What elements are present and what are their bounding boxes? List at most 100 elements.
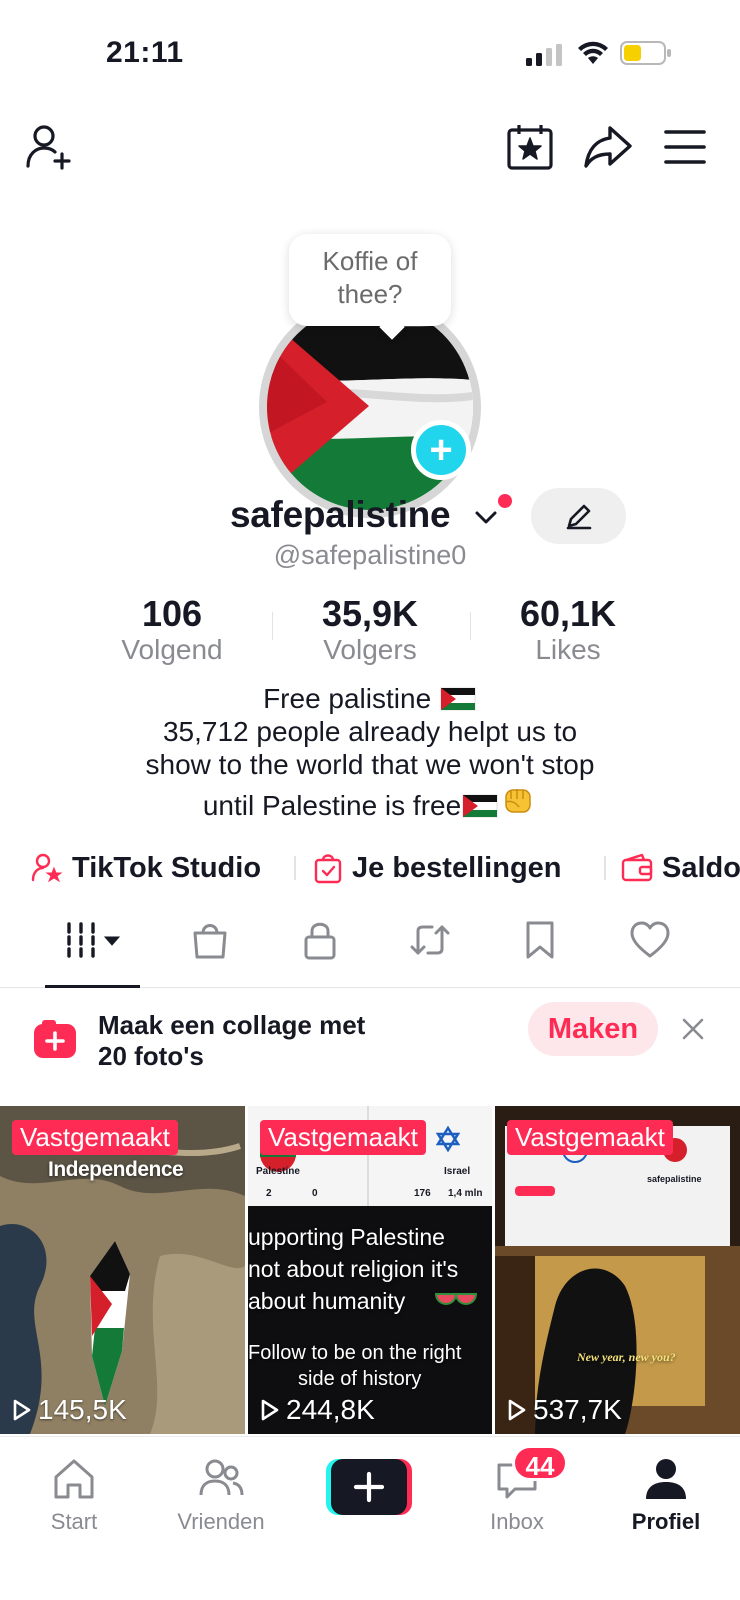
username-row: safepalistine: [0, 488, 740, 546]
card-right-title: safepalistine: [647, 1174, 702, 1184]
order-bag-icon: [314, 854, 342, 884]
tiktok-studio-label: TikTok Studio: [72, 851, 262, 884]
top-bar: [0, 118, 740, 178]
stat-divider: [272, 612, 273, 640]
bio-line-1: Free palistine: [0, 682, 740, 715]
nav-friends[interactable]: Vrienden: [166, 1455, 276, 1535]
collage-plus-icon: [34, 1020, 76, 1058]
stat-likes-label: Likes: [535, 634, 601, 665]
raised-fist-emoji-icon: [505, 789, 531, 813]
view-count-value: 145,5K: [38, 1394, 127, 1425]
balance-label: Saldo: [662, 851, 740, 884]
video-tile[interactable]: Palestine Israel 2 0 176 1,4 mln upporti…: [248, 1106, 492, 1434]
nav-profile-label: Profiel: [631, 1509, 701, 1534]
bio: Free palistine 35,712 people already hel…: [0, 682, 740, 822]
card-left-stat1: 2: [266, 1188, 272, 1199]
nav-home[interactable]: Start: [19, 1455, 129, 1535]
bottom-nav: Start Vrienden Inbox 44 Profiel: [0, 1436, 740, 1600]
tab-reposts[interactable]: [400, 910, 460, 970]
close-icon[interactable]: [678, 1014, 708, 1044]
username[interactable]: safepalistine: [230, 494, 451, 536]
view-count-value: 244,8K: [286, 1394, 375, 1425]
pinned-badge: Vastgemaakt: [12, 1120, 178, 1155]
add-friend-icon[interactable]: [24, 122, 76, 172]
balance-link[interactable]: Saldo: [620, 846, 740, 890]
wifi-icon: [578, 41, 608, 64]
video-tile[interactable]: safepalistine New year, new you? Vastgem…: [495, 1106, 740, 1434]
stat-followers[interactable]: 35,9K Volgers: [280, 594, 460, 666]
active-tab-indicator: [45, 985, 140, 988]
chevron-down-icon[interactable]: [474, 508, 498, 526]
video-caption-line4: Follow to be on the right: [248, 1342, 462, 1364]
pinned-badge: Vastgemaakt: [260, 1120, 426, 1155]
collage-text-line2: 20 foto's: [98, 1041, 204, 1071]
link-divider: [294, 856, 296, 880]
card-right-title: Israel: [444, 1166, 471, 1177]
share-icon[interactable]: [582, 122, 634, 172]
view-count: 244,8K: [260, 1394, 375, 1426]
map-thumbnail-image: [0, 1106, 245, 1434]
orders-label: Je bestellingen: [352, 851, 562, 884]
tab-saved[interactable]: [510, 910, 570, 970]
palestine-flag-emoji-icon: [462, 794, 498, 818]
shop-bag-icon: [193, 924, 227, 959]
video-caption: Independence: [48, 1158, 184, 1181]
nav-inbox-label: Inbox: [490, 1509, 544, 1534]
tab-shop[interactable]: [180, 910, 240, 970]
video-tile[interactable]: Independence Vastgemaakt 145,5K: [0, 1106, 245, 1434]
video-caption-line5: side of history: [298, 1368, 422, 1390]
stat-following-value: 106: [141, 593, 203, 634]
tiktok-studio-link[interactable]: TikTok Studio: [30, 846, 261, 890]
status-bar: 21:11: [0, 0, 740, 100]
create-plus-icon[interactable]: [326, 1459, 412, 1515]
stat-divider: [470, 612, 471, 640]
repost-icon: [410, 925, 450, 955]
wallet-icon: [621, 853, 653, 882]
stat-following[interactable]: 106 Volgend: [82, 594, 262, 666]
avatar[interactable]: [259, 296, 481, 518]
bio-line-1-text: Free palistine: [263, 683, 432, 714]
grid-icon: [67, 922, 121, 958]
stat-likes[interactable]: 60,1K Likes: [478, 594, 658, 666]
stat-following-label: Volgend: [121, 634, 223, 665]
menu-icon[interactable]: [662, 124, 708, 170]
tab-videos[interactable]: [60, 910, 130, 970]
street-scene-thumbnail: [495, 1106, 740, 1434]
make-collage-button[interactable]: Maken: [528, 1002, 658, 1056]
play-icon: [508, 1399, 526, 1421]
notification-dot: [498, 494, 512, 508]
nav-friends-label: Vrienden: [177, 1509, 265, 1534]
collage-text: Maak een collage met 20 foto's: [98, 1010, 365, 1072]
video-grid: Independence Vastgemaakt 145,5K Palestin…: [0, 1106, 740, 1434]
add-story-plus-icon[interactable]: +: [411, 420, 471, 480]
tab-liked[interactable]: [620, 910, 680, 970]
stat-followers-label: Volgers: [323, 634, 417, 665]
nav-profile[interactable]: Profiel: [611, 1455, 721, 1535]
video-caption-line1: upporting Palestine: [248, 1224, 445, 1250]
video-caption: New year, new you?: [577, 1350, 676, 1364]
pinned-badge: Vastgemaakt: [507, 1120, 673, 1155]
note-bubble-line1: Koffie of: [322, 246, 418, 276]
content-tabs: [0, 900, 740, 988]
orders-link[interactable]: Je bestellingen: [312, 846, 562, 890]
friends-icon: [199, 1459, 244, 1496]
video-caption-line3: about humanity: [248, 1288, 406, 1314]
edit-profile-button[interactable]: [531, 488, 626, 544]
watermelon-emoji-icon: [434, 1293, 478, 1305]
video-caption-line2: not about religion it's: [248, 1256, 459, 1282]
profile-stats: 106 Volgend 35,9K Volgers 60,1K Likes: [0, 594, 740, 666]
tab-private[interactable]: [290, 910, 350, 970]
bio-line-3: show to the world that we won't stop: [145, 749, 595, 780]
bio-line-2: 35,712 people already helpt us to: [162, 716, 578, 747]
user-star-icon: [31, 853, 63, 883]
profile-links-row: TikTok Studio Je bestellingen Saldo: [0, 846, 740, 890]
note-bubble[interactable]: Koffie of thee?: [289, 234, 451, 326]
play-icon: [13, 1399, 31, 1421]
nav-home-label: Start: [50, 1509, 98, 1534]
calendar-star-icon[interactable]: [504, 122, 556, 172]
card-left-title: Palestine: [256, 1166, 300, 1177]
pencil-icon: [566, 504, 591, 530]
profile-handle: @safepalistine0: [273, 540, 467, 570]
battery-icon: [620, 41, 671, 65]
card-right-stat1: 176: [414, 1188, 431, 1199]
